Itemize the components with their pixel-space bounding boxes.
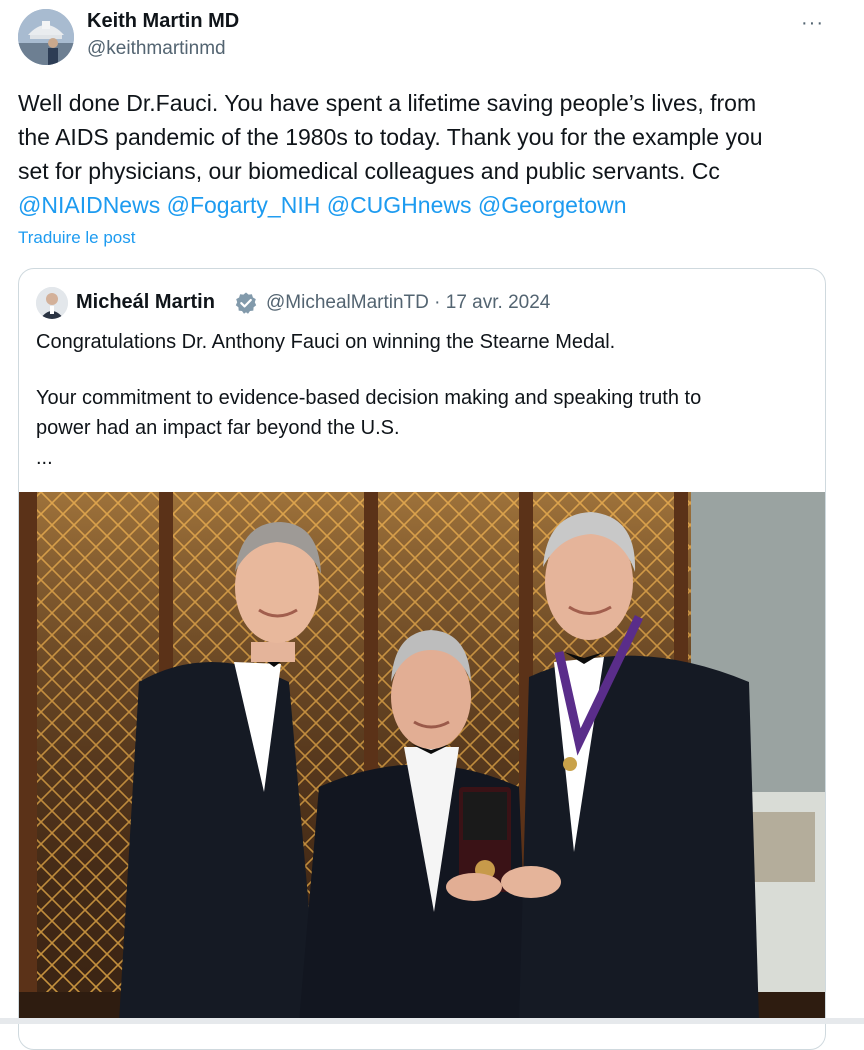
- quoted-author-avatar[interactable]: [36, 287, 68, 319]
- quoted-text-ellipsis: ...: [36, 447, 53, 469]
- translate-post-link[interactable]: Traduire le post: [18, 228, 135, 248]
- tweet-text-line: Well done Dr.Fauci. You have spent a lif…: [18, 90, 757, 116]
- medal-ceremony-photo: [19, 492, 825, 1022]
- mention-niaidnews[interactable]: @NIAIDNews: [18, 192, 160, 218]
- quoted-tweet-text: Congratulations Dr. Anthony Fauci on win…: [36, 327, 816, 473]
- quoted-text-line: power had an impact far beyond the U.S.: [36, 417, 400, 439]
- quoted-text-line: Your commitment to evidence-based decisi…: [36, 387, 702, 409]
- author-avatar[interactable]: [18, 9, 74, 65]
- more-options-icon[interactable]: ···: [801, 12, 824, 35]
- quoted-author-name[interactable]: Micheál Martin: [76, 291, 215, 314]
- tweet-text-line: the AIDS pandemic of the 1980s to today.…: [18, 124, 763, 150]
- mention-cughnews[interactable]: @CUGHnews: [327, 192, 472, 218]
- mention-fogarty-nih[interactable]: @Fogarty_NIH: [167, 192, 321, 218]
- tweet-text: Well done Dr.Fauci. You have spent a lif…: [18, 86, 848, 222]
- quoted-tweet-card[interactable]: Micheál Martin @MichealMartinTD · 17 avr…: [18, 268, 826, 1050]
- mentions-line: @NIAIDNews @Fogarty_NIH @CUGHnews @Georg…: [18, 188, 848, 222]
- quoted-author-handle-date[interactable]: @MichealMartinTD · 17 avr. 2024: [266, 292, 550, 314]
- bottom-edge: [0, 1018, 864, 1024]
- quoted-text-line: Congratulations Dr. Anthony Fauci on win…: [36, 331, 616, 353]
- author-name[interactable]: Keith Martin MD: [87, 10, 239, 33]
- mention-georgetown[interactable]: @Georgetown: [478, 192, 627, 218]
- quoted-tweet-photo[interactable]: [19, 492, 825, 1022]
- tweet-text-line: set for physicians, our biomedical colle…: [18, 158, 720, 184]
- avatar-image: [18, 9, 74, 65]
- author-handle[interactable]: @keithmartinmd: [87, 38, 226, 60]
- verified-badge-icon: [235, 292, 257, 314]
- quoted-avatar-image: [36, 287, 68, 319]
